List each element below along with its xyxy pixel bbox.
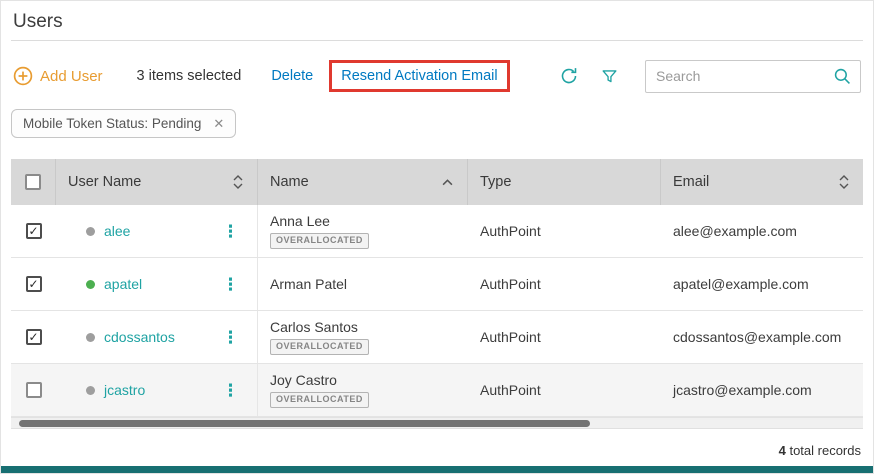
add-user-button[interactable]: Add User [13, 66, 103, 86]
page-title: Users [13, 10, 861, 33]
overallocated-badge: OVERALLOCATED [270, 339, 369, 355]
column-header-type[interactable]: Type [468, 159, 661, 205]
select-all-checkbox[interactable] [25, 174, 41, 190]
username-link[interactable]: apatel [104, 276, 142, 292]
type-cell: AuthPoint [468, 205, 661, 257]
title-divider [11, 40, 863, 41]
username-link[interactable]: cdossantos [104, 329, 175, 345]
column-header-email[interactable]: Email [661, 159, 863, 205]
select-all-cell [11, 159, 56, 205]
active-filters: Mobile Token Status: Pending ✕ [11, 109, 861, 138]
page-header: Users [1, 1, 873, 33]
scrollbar-thumb[interactable] [19, 420, 590, 427]
column-label: Name [270, 174, 309, 190]
table-row: apatel ⋮ Arman Patel AuthPoint apatel@ex… [11, 258, 863, 311]
type-cell: AuthPoint [468, 311, 661, 363]
close-icon[interactable]: ✕ [213, 117, 224, 130]
full-name: Joy Castro [270, 372, 337, 388]
name-cell: Joy Castro OVERALLOCATED [258, 364, 468, 416]
kebab-menu-icon[interactable]: ⋮ [222, 276, 245, 293]
row-checkbox[interactable] [26, 329, 42, 345]
table-row: alee ⋮ Anna Lee OVERALLOCATED AuthPoint … [11, 205, 863, 258]
overallocated-badge: OVERALLOCATED [270, 233, 369, 249]
search-icon[interactable] [833, 67, 852, 86]
total-records-label: total records [789, 443, 861, 458]
row-checkbox[interactable] [26, 382, 42, 398]
email-cell: cdossantos@example.com [661, 311, 863, 363]
full-name: Arman Patel [270, 276, 347, 292]
column-header-name[interactable]: Name [258, 159, 468, 205]
email-cell: alee@example.com [661, 205, 863, 257]
add-user-icon [13, 66, 33, 86]
users-page: Users Add User 3 items selected Delete R… [0, 0, 874, 474]
row-checkbox-cell [11, 364, 56, 416]
users-table: User Name Name Type Email [11, 159, 863, 429]
kebab-menu-icon[interactable]: ⋮ [222, 382, 245, 399]
selection-status: 3 items selected [137, 68, 242, 84]
username-link[interactable]: jcastro [104, 382, 145, 398]
filter-button[interactable] [595, 62, 623, 90]
filter-chip-mobile-token-status: Mobile Token Status: Pending ✕ [11, 109, 236, 138]
filter-icon [600, 67, 619, 86]
row-checkbox-cell [11, 311, 56, 363]
name-cell: Arman Patel [258, 258, 468, 310]
row-checkbox-cell [11, 258, 56, 310]
row-checkbox-cell [11, 205, 56, 257]
filter-chip-label: Mobile Token Status: Pending [23, 116, 201, 131]
bottom-accent-bar [1, 466, 873, 473]
type-cell: AuthPoint [468, 258, 661, 310]
table-row: cdossantos ⋮ Carlos Santos OVERALLOCATED… [11, 311, 863, 364]
full-name: Carlos Santos [270, 319, 358, 335]
username-cell: cdossantos ⋮ [56, 311, 258, 363]
status-dot-icon [86, 280, 95, 289]
status-dot-icon [86, 227, 95, 236]
refresh-icon [559, 66, 579, 86]
status-dot-icon [86, 386, 95, 395]
username-link[interactable]: alee [104, 223, 130, 239]
name-cell: Anna Lee OVERALLOCATED [258, 205, 468, 257]
search-box [645, 60, 861, 93]
type-cell: AuthPoint [468, 364, 661, 416]
status-dot-icon [86, 333, 95, 342]
sort-ascending-icon [442, 179, 453, 186]
column-label: User Name [68, 174, 141, 190]
row-checkbox[interactable] [26, 276, 42, 292]
resend-activation-email-button[interactable]: Resend Activation Email [341, 68, 497, 84]
column-label: Email [673, 174, 709, 190]
column-header-username[interactable]: User Name [56, 159, 258, 205]
username-cell: jcastro ⋮ [56, 364, 258, 416]
kebab-menu-icon[interactable]: ⋮ [222, 223, 245, 240]
email-cell: jcastro@example.com [661, 364, 863, 416]
table-header: User Name Name Type Email [11, 159, 863, 205]
add-user-label: Add User [40, 68, 103, 85]
total-records-count: 4 [779, 443, 786, 458]
toolbar: Add User 3 items selected Delete Resend … [1, 58, 873, 94]
row-checkbox[interactable] [26, 223, 42, 239]
overallocated-badge: OVERALLOCATED [270, 392, 369, 408]
full-name: Anna Lee [270, 213, 330, 229]
sort-icon [839, 175, 849, 189]
sort-icon [233, 175, 243, 189]
horizontal-scrollbar[interactable] [11, 417, 863, 428]
username-cell: apatel ⋮ [56, 258, 258, 310]
annotation-highlight-box: Resend Activation Email [329, 60, 509, 92]
records-footer: 4 total records [13, 443, 861, 458]
delete-button[interactable]: Delete [271, 68, 313, 84]
search-input[interactable] [656, 68, 833, 84]
column-label: Type [480, 174, 511, 190]
email-cell: apatel@example.com [661, 258, 863, 310]
username-cell: alee ⋮ [56, 205, 258, 257]
refresh-button[interactable] [555, 62, 583, 90]
name-cell: Carlos Santos OVERALLOCATED [258, 311, 468, 363]
kebab-menu-icon[interactable]: ⋮ [222, 329, 245, 346]
table-row: jcastro ⋮ Joy Castro OVERALLOCATED AuthP… [11, 364, 863, 417]
